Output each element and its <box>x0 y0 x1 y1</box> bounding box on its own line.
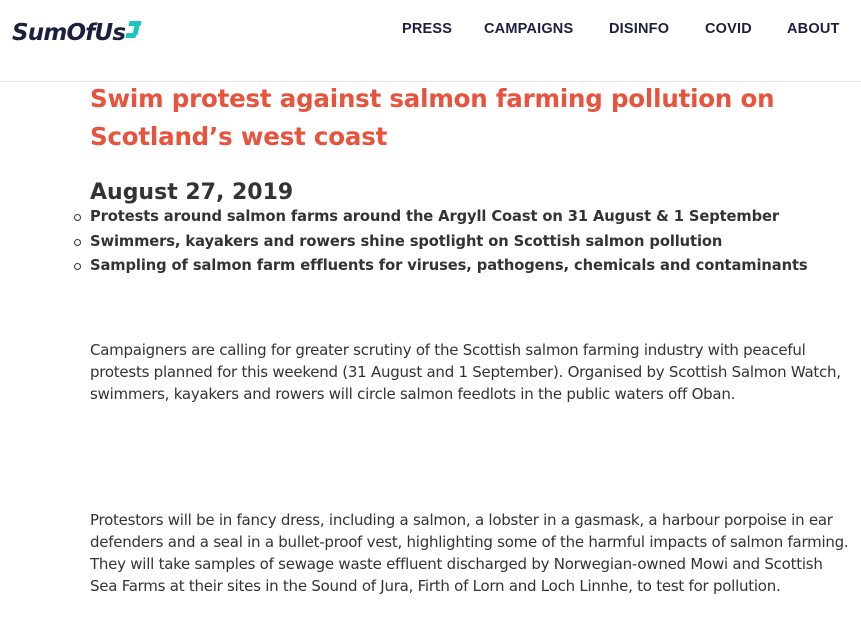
highlight-text: Swimmers, kayakers and rowers shine spot… <box>90 232 723 250</box>
logo-mark-icon <box>125 21 142 41</box>
nav-disinfo[interactable]: DISINFO <box>609 21 669 37</box>
circle-bullet-icon <box>74 263 81 270</box>
highlight-text: Sampling of salmon farm effluents for vi… <box>90 257 808 274</box>
nav-press[interactable]: PRESS <box>402 21 452 37</box>
circle-bullet-icon <box>74 238 81 246</box>
nav-covid[interactable]: COVID <box>705 21 752 37</box>
article-paragraph: Campaigners are calling for greater scru… <box>90 341 841 403</box>
circle-bullet-icon <box>74 214 81 221</box>
article-title: Swim protest against salmon farming poll… <box>90 84 775 151</box>
nav-campaigns[interactable]: CAMPAIGNS <box>484 21 573 37</box>
highlight-text: Protests around salmon farms around the … <box>90 208 780 225</box>
list-item: Sampling of salmon farm effluents for vi… <box>74 255 808 280</box>
list-item: Protests around salmon farms around the … <box>74 206 808 231</box>
article-date: August 27, 2019 <box>90 180 294 205</box>
highlights-list: Protests around salmon farms around the … <box>74 206 808 280</box>
list-item: Swimmers, kayakers and rowers shine spot… <box>74 231 808 256</box>
sumofus-logo[interactable]: SumOfUs <box>12 14 142 48</box>
logo-text: SumOfUs <box>12 20 126 46</box>
site-header: SumOfUs PRESS CAMPAIGNS DISINFO COVID AB… <box>0 0 861 82</box>
article-paragraph: Protestors will be in fancy dress, inclu… <box>90 511 849 595</box>
nav-about[interactable]: ABOUT <box>787 21 840 37</box>
